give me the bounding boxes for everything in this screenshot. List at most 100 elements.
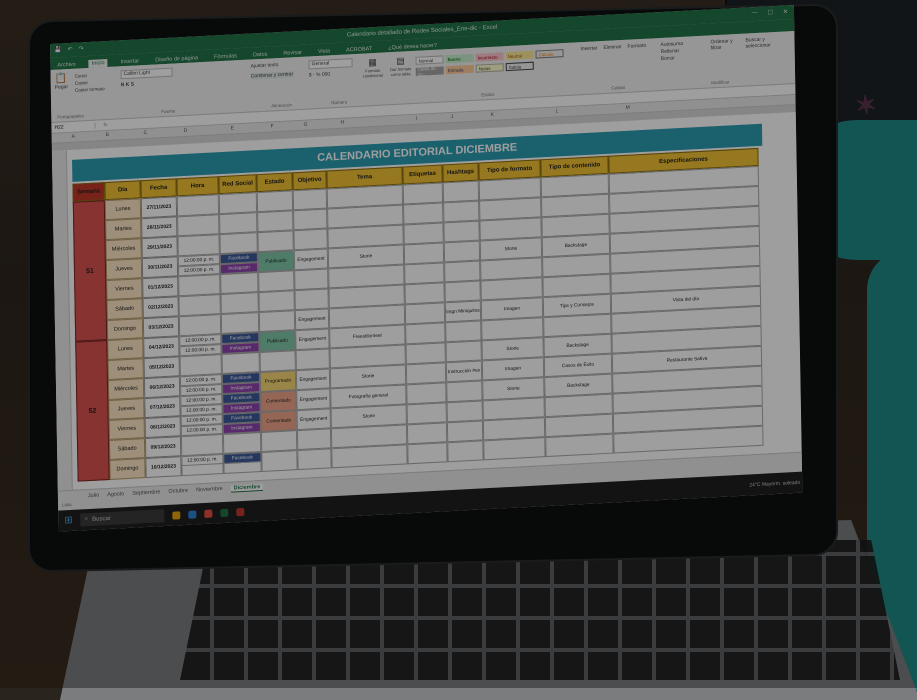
column-letter[interactable]: A	[72, 134, 75, 140]
day-cell[interactable]: Jueves	[105, 258, 143, 281]
date-cell[interactable]: 04/12/2023	[143, 336, 180, 359]
empty-cell[interactable]	[222, 432, 262, 454]
empty-cell[interactable]	[443, 200, 480, 223]
date-cell[interactable]: 02/12/2023	[142, 296, 179, 319]
day-cell[interactable]: Domingo	[106, 318, 144, 341]
delete-cells-button[interactable]: Eliminar	[603, 44, 621, 51]
sheet-tab[interactable]: Julio	[88, 492, 99, 499]
empty-cell[interactable]	[444, 280, 481, 303]
empty-cell[interactable]	[445, 320, 482, 343]
objective-cell[interactable]: Engagement	[295, 368, 331, 391]
format-painter-button[interactable]: Copiar formato	[75, 85, 105, 94]
empty-cell[interactable]	[292, 188, 328, 211]
column-header[interactable]: Hora	[176, 176, 219, 197]
undo-icon[interactable]: ↶	[68, 46, 73, 53]
column-header[interactable]: Día	[104, 180, 141, 201]
merge-center-button[interactable]: Combinar y centrar	[250, 71, 294, 80]
topic-cell[interactable]: Storie	[330, 404, 407, 429]
style-incorrecto[interactable]: Incorrecto	[475, 52, 504, 62]
style-salida[interactable]: Salida	[505, 61, 534, 72]
clear-button[interactable]: Borrar	[661, 55, 684, 63]
hashtags-cell[interactable]: Imgn Miniquitos	[444, 300, 482, 323]
column-letter[interactable]: C	[144, 130, 148, 136]
empty-cell[interactable]	[447, 440, 484, 463]
status-cell[interactable]: Publicado	[259, 330, 296, 353]
empty-cell[interactable]	[446, 400, 483, 423]
empty-cell[interactable]	[258, 270, 295, 293]
empty-cell[interactable]	[178, 294, 221, 317]
style-neutral[interactable]: Neutral	[505, 50, 534, 61]
redo-icon[interactable]: ↷	[79, 45, 84, 52]
column-letter[interactable]: D	[184, 128, 188, 134]
empty-cell[interactable]	[403, 202, 444, 225]
date-cell[interactable]: 10/12/2023	[145, 456, 182, 479]
empty-cell[interactable]	[178, 314, 222, 337]
date-cell[interactable]: 27/11/2023	[140, 196, 178, 219]
date-cell[interactable]: 07/12/2023	[144, 396, 181, 419]
day-cell[interactable]: Miércoles	[105, 238, 142, 261]
minimize-icon[interactable]: —	[752, 10, 758, 17]
chrome-icon[interactable]	[204, 509, 213, 518]
empty-cell[interactable]	[446, 420, 484, 443]
empty-cell[interactable]	[220, 292, 259, 315]
empty-cell[interactable]	[179, 354, 222, 377]
date-cell[interactable]: 30/11/2023	[141, 256, 179, 279]
content-type-cell[interactable]: Backstage	[544, 373, 613, 398]
empty-cell[interactable]	[258, 290, 295, 313]
empty-cell[interactable]	[403, 242, 445, 265]
day-cell[interactable]: Martes	[107, 358, 144, 381]
empty-cell[interactable]	[295, 348, 330, 371]
empty-cell[interactable]	[443, 220, 480, 243]
style-notas[interactable]: Notas	[475, 63, 504, 73]
empty-cell[interactable]	[178, 274, 221, 297]
column-letter[interactable]: E	[231, 125, 234, 131]
insert-cells-button[interactable]: Insertar	[580, 45, 597, 52]
column-letter[interactable]: G	[304, 122, 308, 128]
empty-cell[interactable]	[219, 212, 258, 235]
empty-cell[interactable]	[220, 312, 260, 335]
day-cell[interactable]: Domingo	[109, 458, 146, 480]
format-cell[interactable]: Storie	[482, 377, 545, 401]
wrap-text-button[interactable]: Ajustar texto	[250, 61, 293, 69]
social-instagram[interactable]: Instagram	[221, 342, 260, 355]
column-letter[interactable]: B	[106, 132, 109, 138]
empty-cell[interactable]	[257, 230, 294, 253]
empty-cell[interactable]	[404, 282, 445, 305]
column-letter[interactable]: J	[451, 114, 454, 120]
sheet-tab[interactable]: Noviembre	[196, 486, 223, 493]
day-cell[interactable]: Miércoles	[107, 378, 145, 401]
column-letter[interactable]: L	[556, 108, 559, 114]
column-letter[interactable]: K	[491, 112, 494, 118]
empty-cell[interactable]	[296, 428, 332, 451]
content-type-cell[interactable]: Tips y Consejos	[542, 293, 612, 318]
empty-cell[interactable]	[406, 382, 447, 405]
date-cell[interactable]: 05/12/2023	[143, 356, 180, 379]
empty-cell[interactable]	[258, 310, 296, 333]
day-cell[interactable]: Viernes	[108, 418, 145, 440]
empty-cell[interactable]	[297, 448, 332, 471]
empty-cell[interactable]	[446, 380, 483, 403]
empty-cell[interactable]	[405, 362, 447, 385]
topic-cell[interactable]: Freestilomeet	[329, 324, 406, 349]
empty-cell[interactable]	[294, 268, 329, 291]
empty-cell[interactable]	[444, 260, 481, 283]
format-cell[interactable]: Storie	[479, 237, 543, 261]
status-cell[interactable]: Comentado	[260, 410, 297, 433]
maximize-icon[interactable]: ☐	[768, 9, 773, 16]
week-number[interactable]: 52	[75, 340, 110, 482]
sort-filter-button[interactable]: Ordenar y filtrar	[710, 38, 740, 51]
font-select[interactable]: Calibri Light	[120, 67, 173, 80]
empty-cell[interactable]	[407, 442, 448, 465]
empty-cell[interactable]	[221, 352, 260, 375]
empty-cell[interactable]	[259, 350, 296, 373]
status-cell[interactable]: Comentado	[260, 390, 297, 413]
paste-icon[interactable]: 📋	[55, 73, 69, 85]
number-format-select[interactable]: General	[308, 58, 353, 70]
status-cell[interactable]: Programado	[259, 370, 297, 393]
social-instagram[interactable]: Instagram	[219, 262, 259, 275]
style-calculo[interactable]: Cálculo	[535, 49, 564, 59]
cond-format-button[interactable]: ▦ Formato condicional	[360, 56, 384, 79]
bold-italic-underline[interactable]: N K S	[121, 80, 173, 89]
empty-cell[interactable]	[257, 210, 294, 233]
empty-cell[interactable]	[545, 433, 614, 458]
